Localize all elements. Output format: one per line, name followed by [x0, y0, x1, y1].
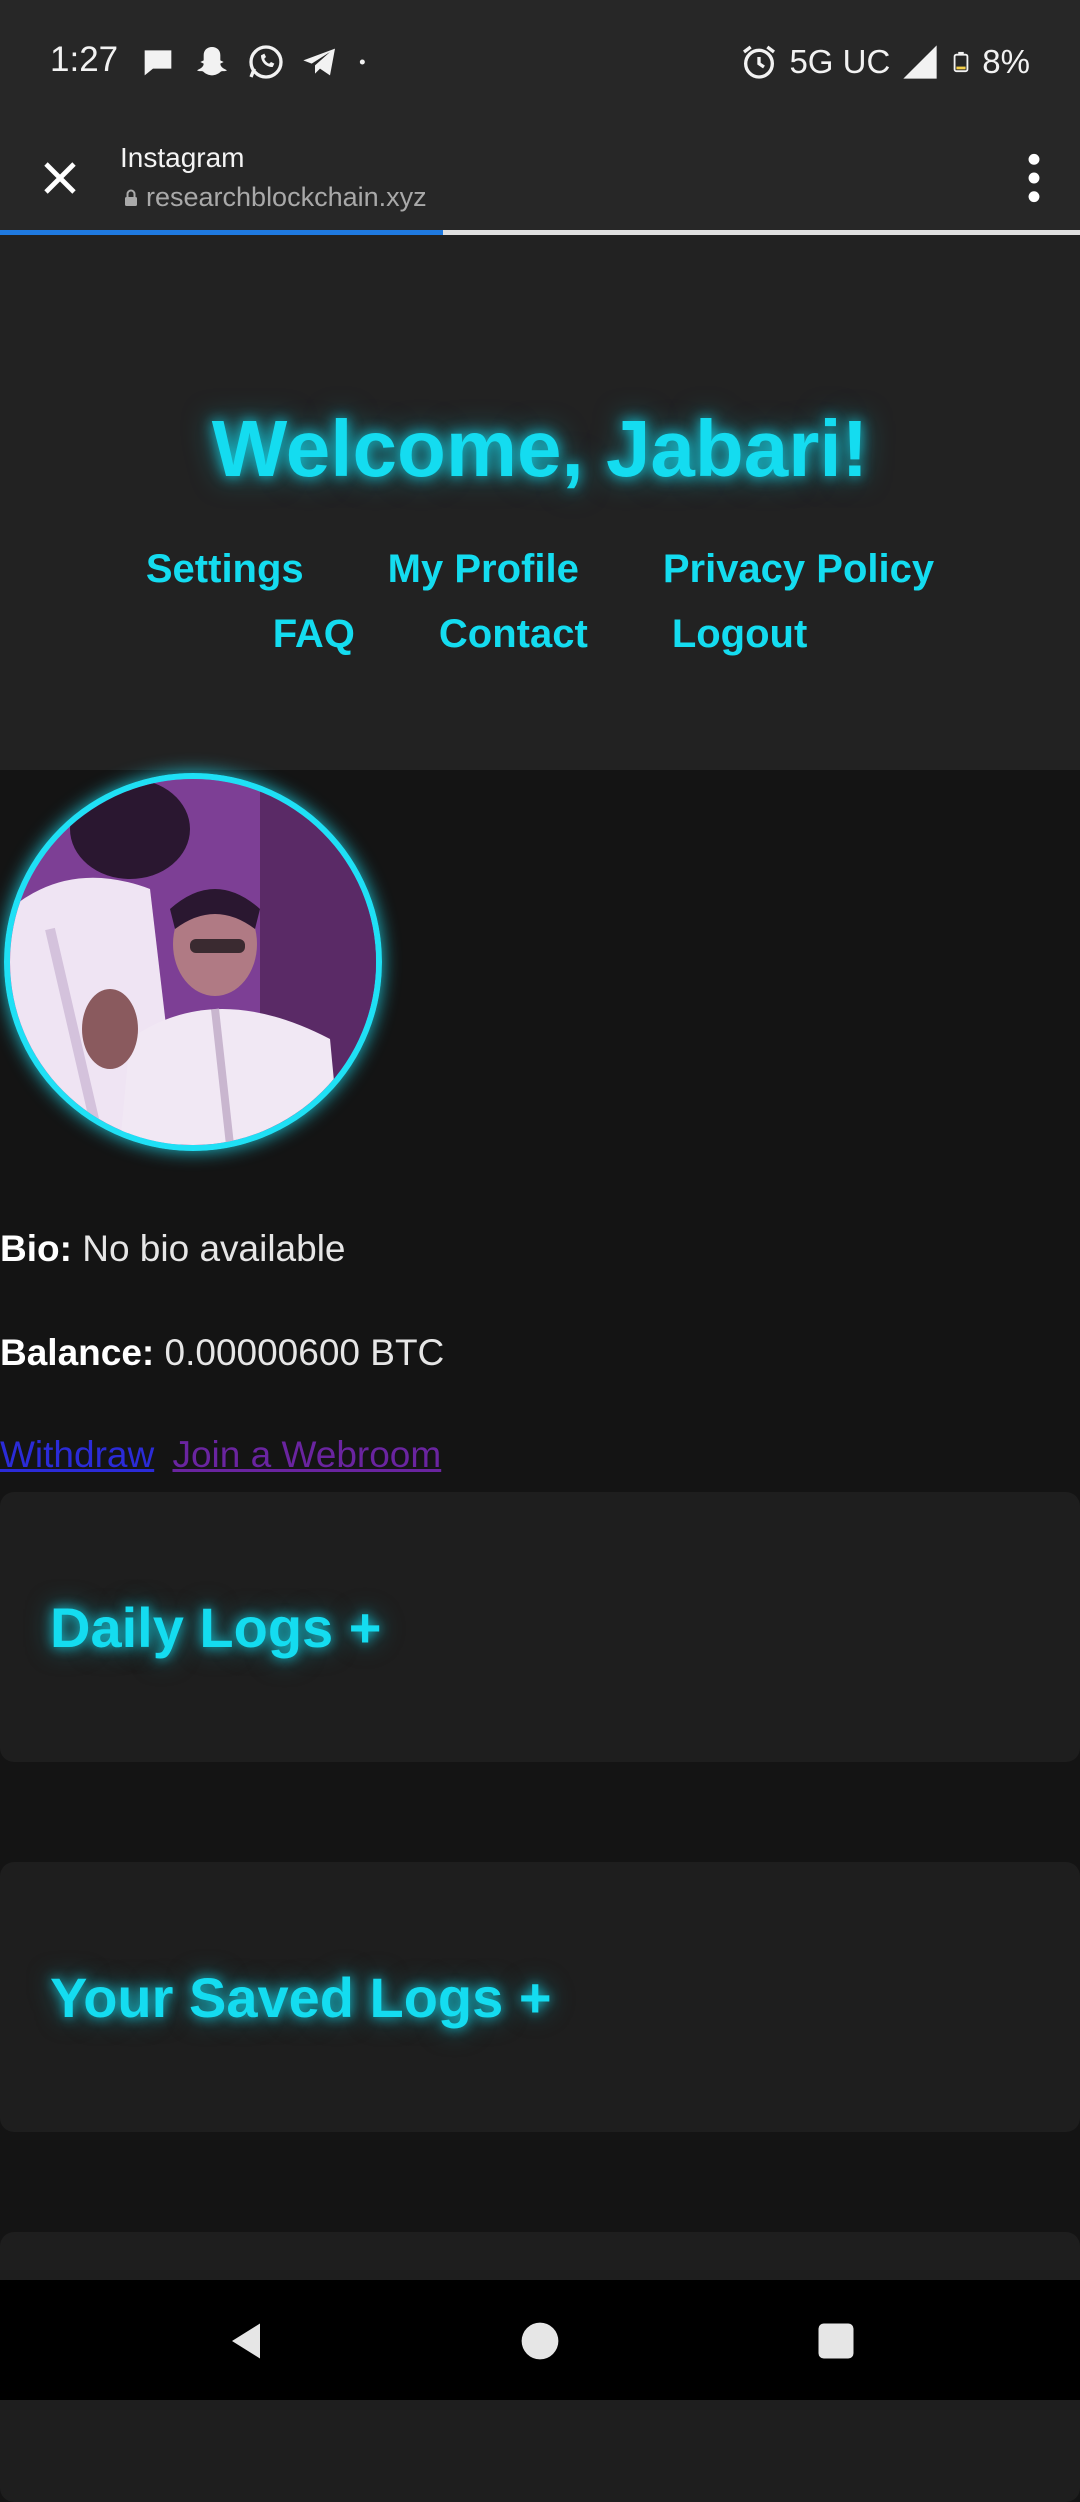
- notification-icons: [138, 40, 374, 84]
- nav-row: FAQ Contact Logout: [0, 612, 1080, 657]
- balance-value: 0.00000600 BTC: [164, 1332, 445, 1373]
- saved-logs-heading[interactable]: Your Saved Logs +: [50, 1862, 552, 2132]
- home-icon[interactable]: [519, 2320, 561, 2362]
- avatar-photo: [10, 779, 376, 1145]
- battery-level: 8%: [982, 43, 1030, 80]
- whatsapp-icon: [249, 45, 283, 79]
- balance-line: Balance: 0.00000600 BTC: [0, 1332, 444, 1374]
- page-header: Welcome, Jabari! Settings My Profile Pri…: [0, 235, 1080, 770]
- snapchat-icon: [197, 47, 227, 76]
- bio-value: No bio available: [82, 1228, 346, 1269]
- daily-logs-heading[interactable]: Daily Logs +: [50, 1492, 381, 1762]
- saved-logs-panel[interactable]: Your Saved Logs +: [0, 1862, 1080, 2132]
- system-status: 5G UC 8%: [739, 40, 1030, 84]
- profile-avatar: [4, 773, 382, 1151]
- alarm-icon: [743, 45, 776, 79]
- lock-icon: [125, 189, 137, 206]
- action-links: Withdraw Join a Webroom: [0, 1434, 441, 1476]
- back-icon[interactable]: [225, 2320, 267, 2362]
- telegram-icon: [303, 48, 335, 76]
- bio-label: Bio:: [0, 1228, 72, 1269]
- main-nav: Settings My Profile Privacy Policy FAQ C…: [0, 547, 1080, 677]
- welcome-heading: Welcome, Jabari!: [211, 404, 869, 493]
- status-bar: 1:27 5G UC 8%: [0, 0, 1080, 124]
- status-time: 1:27: [50, 40, 119, 79]
- signal-icon: [903, 45, 937, 79]
- battery-icon: [953, 51, 969, 73]
- nav-link-logout[interactable]: Logout: [672, 612, 808, 657]
- url-text: researchblockchain.xyz: [146, 182, 427, 212]
- nav-row: Settings My Profile Privacy Policy: [0, 547, 1080, 592]
- withdraw-link[interactable]: Withdraw: [0, 1434, 154, 1475]
- join-webroom-link[interactable]: Join a Webroom: [172, 1434, 441, 1475]
- bio-line: Bio: No bio available: [0, 1228, 346, 1270]
- more-notifications-dot-icon: [359, 59, 365, 65]
- nav-link-privacy-policy[interactable]: Privacy Policy: [663, 547, 934, 592]
- custom-tab-toolbar: Instagram researchblockchain.xyz: [0, 124, 1080, 232]
- nav-link-settings[interactable]: Settings: [146, 547, 304, 592]
- more-options-icon[interactable]: [1012, 150, 1056, 206]
- system-navigation-bar: [0, 2280, 1080, 2400]
- tab-title: Instagram: [120, 142, 245, 173]
- recents-icon[interactable]: [815, 2320, 857, 2362]
- chat-bubble-icon: [144, 50, 172, 76]
- close-icon[interactable]: [36, 154, 84, 202]
- network-type: 5G UC: [789, 43, 891, 80]
- daily-logs-panel[interactable]: Daily Logs +: [0, 1492, 1080, 1762]
- url-display[interactable]: researchblockchain.xyz: [124, 182, 427, 213]
- nav-link-faq[interactable]: FAQ: [273, 612, 355, 657]
- balance-label: Balance:: [0, 1332, 155, 1373]
- nav-link-contact[interactable]: Contact: [439, 612, 588, 657]
- nav-link-my-profile[interactable]: My Profile: [388, 547, 579, 592]
